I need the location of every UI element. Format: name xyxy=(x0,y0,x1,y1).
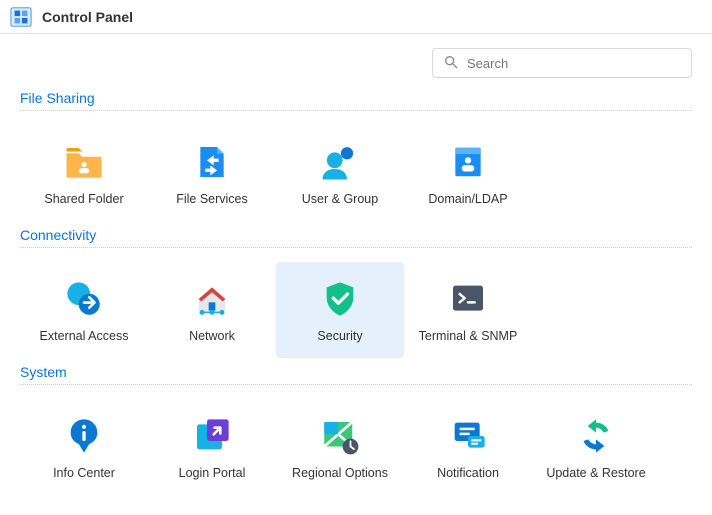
user-group-icon xyxy=(318,140,362,184)
shared-folder-icon xyxy=(62,140,106,184)
tile-label: Domain/LDAP xyxy=(428,192,507,206)
tile-shared-folder[interactable]: Shared Folder xyxy=(20,125,148,221)
search-box[interactable] xyxy=(432,48,692,78)
tile-label: Network xyxy=(189,329,235,343)
file-services-icon xyxy=(190,140,234,184)
tile-security[interactable]: Security xyxy=(276,262,404,358)
content: File Sharing Shared Folder xyxy=(0,84,712,515)
network-icon xyxy=(190,277,234,321)
tile-external-access[interactable]: External Access xyxy=(20,262,148,358)
tile-label: Update & Restore xyxy=(546,466,645,480)
tile-label: Terminal & SNMP xyxy=(419,329,518,343)
tile-notification[interactable]: Notification xyxy=(404,399,532,495)
tile-network[interactable]: Network xyxy=(148,262,276,358)
section-header-connectivity: Connectivity xyxy=(20,221,692,248)
update-restore-icon xyxy=(574,414,618,458)
tile-label: Security xyxy=(317,329,362,343)
grid-file-sharing: Shared Folder File Services User & G xyxy=(20,125,692,221)
tile-terminal-snmp[interactable]: Terminal & SNMP xyxy=(404,262,532,358)
tile-label: External Access xyxy=(40,329,129,343)
notification-icon xyxy=(446,414,490,458)
tile-label: User & Group xyxy=(302,192,378,206)
tile-regional-options[interactable]: Regional Options xyxy=(276,399,404,495)
grid-connectivity: External Access Network xyxy=(20,262,692,358)
tile-update-restore[interactable]: Update & Restore xyxy=(532,399,660,495)
tile-label: Regional Options xyxy=(292,466,388,480)
tile-label: Notification xyxy=(437,466,499,480)
domain-ldap-icon xyxy=(446,140,490,184)
info-center-icon xyxy=(62,414,106,458)
section-header-file-sharing: File Sharing xyxy=(20,84,692,111)
terminal-snmp-icon xyxy=(446,277,490,321)
tile-info-center[interactable]: Info Center xyxy=(20,399,148,495)
tile-label: Info Center xyxy=(53,466,115,480)
window-title: Control Panel xyxy=(42,9,133,25)
searchbar-row xyxy=(0,34,712,84)
titlebar: Control Panel xyxy=(0,0,712,34)
search-icon xyxy=(443,54,459,73)
regional-options-icon xyxy=(318,414,362,458)
section-header-system: System xyxy=(20,358,692,385)
grid-system: Info Center Login Portal xyxy=(20,399,692,495)
login-portal-icon xyxy=(190,414,234,458)
tile-label: Shared Folder xyxy=(44,192,123,206)
external-access-icon xyxy=(62,277,106,321)
app-icon xyxy=(10,6,32,28)
tile-user-group[interactable]: User & Group xyxy=(276,125,404,221)
tile-domain-ldap[interactable]: Domain/LDAP xyxy=(404,125,532,221)
tile-label: Login Portal xyxy=(179,466,246,480)
tile-label: File Services xyxy=(176,192,248,206)
tile-login-portal[interactable]: Login Portal xyxy=(148,399,276,495)
security-icon xyxy=(318,277,362,321)
tile-file-services[interactable]: File Services xyxy=(148,125,276,221)
search-input[interactable] xyxy=(467,56,681,71)
